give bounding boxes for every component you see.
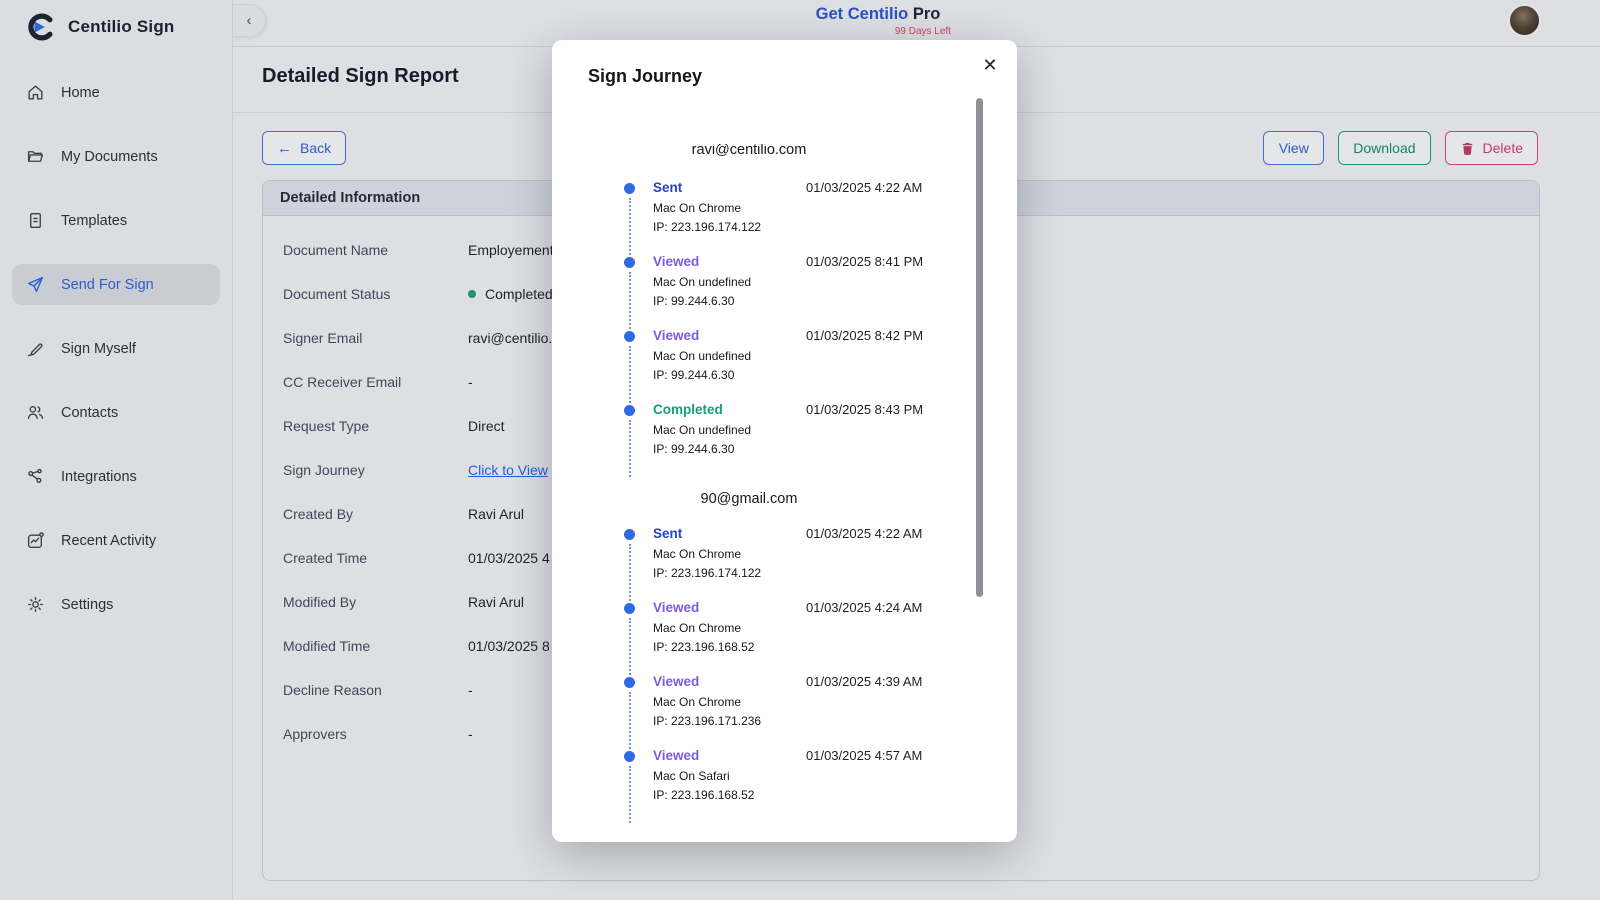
event-time: 01/03/2025 8:42 PM <box>806 328 923 343</box>
event-time: 01/03/2025 8:41 PM <box>806 254 923 269</box>
timeline-dot-icon <box>624 751 635 762</box>
sign-journey-modal: ✕ Sign Journey ravi@centilio.com S <box>552 40 1017 842</box>
journey-event: Viewed 01/03/2025 4:39 AM Mac On Chrome … <box>629 674 960 748</box>
journey-email: ravi@centilio.com <box>692 144 807 158</box>
close-button[interactable]: ✕ <box>979 54 1001 76</box>
journey-event: Viewed 01/03/2025 8:41 PM Mac On undefin… <box>629 254 960 328</box>
event-status: Viewed <box>653 674 806 689</box>
event-time: 01/03/2025 8:43 PM <box>806 402 923 417</box>
event-status: Viewed <box>653 328 806 343</box>
event-ip: IP: 223.196.168.52 <box>653 786 960 805</box>
timeline-dot-icon <box>624 257 635 268</box>
timeline-dot-icon <box>624 603 635 614</box>
event-device: Mac On Chrome <box>653 619 960 638</box>
event-device: Mac On undefined <box>653 273 960 292</box>
journey-email: 90@gmail.com <box>701 491 798 507</box>
event-ip: IP: 99.244.6.30 <box>653 440 960 459</box>
timeline-dot-icon <box>624 331 635 342</box>
event-status: Viewed <box>653 254 806 269</box>
journey-timeline: Sent 01/03/2025 4:22 AM Mac On Chrome IP… <box>629 526 960 822</box>
event-time: 01/03/2025 4:24 AM <box>806 600 922 615</box>
event-status: Viewed <box>653 748 806 763</box>
journey-group: 90@gmail.com Sent 01/03/2025 4:22 AM <box>588 490 960 822</box>
event-status: Sent <box>653 526 806 541</box>
event-device: Mac On Chrome <box>653 693 960 712</box>
event-ip: IP: 99.244.6.30 <box>653 292 960 311</box>
event-ip: IP: 223.196.171.236 <box>653 712 960 731</box>
event-time: 01/03/2025 4:22 AM <box>806 180 922 195</box>
modal-scrollbar[interactable] <box>976 98 983 597</box>
event-ip: IP: 223.196.174.122 <box>653 218 960 237</box>
event-ip: IP: 99.244.6.30 <box>653 366 960 385</box>
event-device: Mac On Safari <box>653 767 960 786</box>
journey-event: Viewed 01/03/2025 4:57 AM Mac On Safari … <box>629 748 960 822</box>
app: Centilio Sign Home My Documents Template… <box>0 0 1600 900</box>
close-icon: ✕ <box>982 55 997 75</box>
event-status: Sent <box>653 180 806 195</box>
sign-journey-content: ravi@centilio.com Sent 01/03/2025 4:22 A… <box>588 100 960 830</box>
timeline-dot-icon <box>624 183 635 194</box>
journey-event: Viewed 01/03/2025 8:42 PM Mac On undefin… <box>629 328 960 402</box>
event-time: 01/03/2025 4:22 AM <box>806 526 922 541</box>
journey-event: Sent 01/03/2025 4:22 AM Mac On Chrome IP… <box>629 526 960 600</box>
journey-event: Completed 01/03/2025 8:43 PM Mac On unde… <box>629 402 960 476</box>
event-device: Mac On Chrome <box>653 545 960 564</box>
journey-event: Sent 01/03/2025 4:22 AM Mac On Chrome IP… <box>629 180 960 254</box>
timeline-dot-icon <box>624 529 635 540</box>
event-time: 01/03/2025 4:57 AM <box>806 748 922 763</box>
event-ip: IP: 223.196.174.122 <box>653 564 960 583</box>
event-device: Mac On undefined <box>653 347 960 366</box>
journey-event: Viewed 01/03/2025 4:24 AM Mac On Chrome … <box>629 600 960 674</box>
journey-timeline: Sent 01/03/2025 4:22 AM Mac On Chrome IP… <box>629 180 960 476</box>
event-status: Completed <box>653 402 806 417</box>
journey-group: ravi@centilio.com Sent 01/03/2025 4:22 A… <box>588 144 960 476</box>
event-device: Mac On Chrome <box>653 199 960 218</box>
event-device: Mac On undefined <box>653 421 960 440</box>
event-time: 01/03/2025 4:39 AM <box>806 674 922 689</box>
timeline-dot-icon <box>624 405 635 416</box>
timeline-dot-icon <box>624 677 635 688</box>
event-status: Viewed <box>653 600 806 615</box>
event-ip: IP: 223.196.168.52 <box>653 638 960 657</box>
modal-title: Sign Journey <box>588 66 702 87</box>
